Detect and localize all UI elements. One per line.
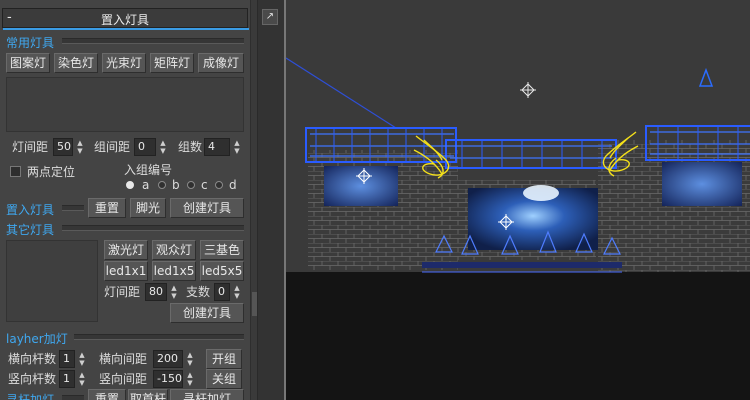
spinner-arrows-icon[interactable]: ▲ ▼ <box>74 139 86 155</box>
spinner-arrows-icon[interactable]: ▲ ▼ <box>168 284 180 300</box>
group-number-label: 入组编号 <box>124 163 173 177</box>
rollout-title: 置入灯具 <box>100 13 149 27</box>
h-spacing-label: 横向间距 <box>99 352 148 366</box>
v-spacing-label: 竖向间距 <box>99 372 148 386</box>
section-divider <box>62 225 244 231</box>
section-divider <box>62 395 84 400</box>
open-group-button[interactable]: 开组 <box>206 349 242 369</box>
matrix-light-button[interactable]: 矩阵灯 <box>150 53 194 73</box>
expand-icon[interactable]: ↗ <box>262 9 278 25</box>
count-field[interactable]: 0 ▲ ▼ <box>214 283 240 301</box>
section-label-layher: layher加灯 <box>6 332 68 346</box>
radio-d-label: d <box>229 178 237 192</box>
led1x5-button[interactable]: led1x5 <box>152 261 196 281</box>
pattern-light-button[interactable]: 图案灯 <box>6 53 50 73</box>
spinner-arrows-icon[interactable]: ▲ ▼ <box>76 371 88 387</box>
h-count-label: 横向杆数 <box>8 352 57 366</box>
create-other-lights-button[interactable]: 创建灯具 <box>170 303 244 323</box>
other-spacing-label: 灯间距 <box>104 285 141 299</box>
panel-gutter <box>258 0 284 400</box>
v-spacing-value: -150 <box>157 372 182 385</box>
radio-a-label: a <box>142 178 150 192</box>
radio-a[interactable] <box>126 181 134 189</box>
led1x1-button[interactable]: led1x1 <box>104 261 148 281</box>
radio-b-label: b <box>172 178 180 192</box>
radio-c[interactable] <box>187 181 195 189</box>
v-spacing-field[interactable]: -150 ▲ ▼ <box>153 370 193 388</box>
section-divider <box>74 334 244 340</box>
h-count-field[interactable]: 1 ▲ ▼ <box>59 350 85 368</box>
v-count-value: 1 <box>63 372 70 385</box>
beam-light-button[interactable]: 光束灯 <box>102 53 146 73</box>
section-label-other: 其它灯具 <box>6 223 55 237</box>
spinner-arrows-icon[interactable]: ▲ ▼ <box>157 139 169 155</box>
left-side-screen <box>324 166 398 206</box>
light-spacing-label: 灯间距 <box>12 140 49 154</box>
light-spacing-field[interactable]: 50 ▲ ▼ <box>53 138 83 156</box>
common-light-list[interactable] <box>6 77 244 132</box>
group-count-label: 组数 <box>178 140 203 154</box>
rollout-titlebar[interactable]: - 置入灯具 <box>2 8 249 30</box>
light-spacing-value: 50 <box>57 140 71 153</box>
section-label-common: 常用灯具 <box>6 36 55 50</box>
radio-d[interactable] <box>215 181 223 189</box>
close-group-button[interactable]: 关组 <box>206 369 242 389</box>
section-divider <box>62 38 244 44</box>
group-spacing-value: 0 <box>138 140 145 153</box>
3d-viewport[interactable] <box>284 0 750 400</box>
target-gizmo-icon <box>520 82 536 98</box>
h-count-value: 1 <box>63 352 70 365</box>
group-count-field[interactable]: 4 ▲ ▼ <box>204 138 240 156</box>
v-count-label: 竖向杆数 <box>8 372 57 386</box>
two-point-checkbox[interactable] <box>10 166 21 177</box>
laser-light-button[interactable]: 激光灯 <box>104 240 148 260</box>
two-point-label: 两点定位 <box>27 165 76 179</box>
imaging-light-button[interactable]: 成像灯 <box>198 53 244 73</box>
section-label-place: 置入灯具 <box>6 203 55 217</box>
camera-cone-icon <box>698 67 714 87</box>
spinner-arrows-icon[interactable]: ▲ ▼ <box>184 371 196 387</box>
dye-light-button[interactable]: 染色灯 <box>54 53 98 73</box>
count-label: 支数 <box>186 285 211 299</box>
other-light-list[interactable] <box>6 240 98 322</box>
stage-scene <box>286 57 750 400</box>
h-spacing-field[interactable]: 200 ▲ ▼ <box>153 350 193 368</box>
spinner-arrows-icon[interactable]: ▲ ▼ <box>76 351 88 367</box>
other-spacing-value: 80 <box>149 285 163 298</box>
radio-b[interactable] <box>158 181 166 189</box>
stage-edge <box>422 262 622 268</box>
other-spacing-field[interactable]: 80 ▲ ▼ <box>145 283 177 301</box>
h-spacing-value: 200 <box>157 352 178 365</box>
group-spacing-label: 组间距 <box>94 140 131 154</box>
panel-scrollbar[interactable] <box>250 0 257 400</box>
count-value: 0 <box>218 285 225 298</box>
radio-c-label: c <box>201 178 208 192</box>
scrollbar-thumb[interactable] <box>252 292 257 316</box>
right-side-screen <box>662 162 742 206</box>
section-divider <box>62 205 84 211</box>
spinner-arrows-icon[interactable]: ▲ ▼ <box>184 351 196 367</box>
title-underline <box>3 28 249 30</box>
spinner-arrows-icon[interactable]: ▲ ▼ <box>231 139 243 155</box>
group-spacing-field[interactable]: 0 ▲ ▼ <box>134 138 166 156</box>
spinner-arrows-icon[interactable]: ▲ ▼ <box>231 284 243 300</box>
truss-reset-button[interactable]: 重置 <box>88 389 126 400</box>
find-truss-add-lights-button[interactable]: 寻杆加灯 <box>170 389 244 400</box>
screen-highlight <box>523 185 559 201</box>
rollout-panel: - 置入灯具 常用灯具 图案灯 染色灯 光束灯 矩阵灯 成像灯 灯间距 50 ▲… <box>0 0 258 400</box>
create-lights-button[interactable]: 创建灯具 <box>170 198 244 218</box>
audience-light-button[interactable]: 观众灯 <box>152 240 196 260</box>
floor-plane <box>286 272 750 400</box>
pick-first-truss-button[interactable]: 取首杆 <box>128 389 168 400</box>
guide-line <box>286 57 397 129</box>
foot-light-button[interactable]: 脚光 <box>130 198 166 218</box>
tricolor-light-button[interactable]: 三基色 <box>200 240 244 260</box>
led5x5-button[interactable]: led5x5 <box>200 261 244 281</box>
group-count-value: 4 <box>208 140 215 153</box>
reset-button[interactable]: 重置 <box>88 198 126 218</box>
v-count-field[interactable]: 1 ▲ ▼ <box>59 370 85 388</box>
section-label-truss: 寻杆加灯 <box>6 393 55 400</box>
